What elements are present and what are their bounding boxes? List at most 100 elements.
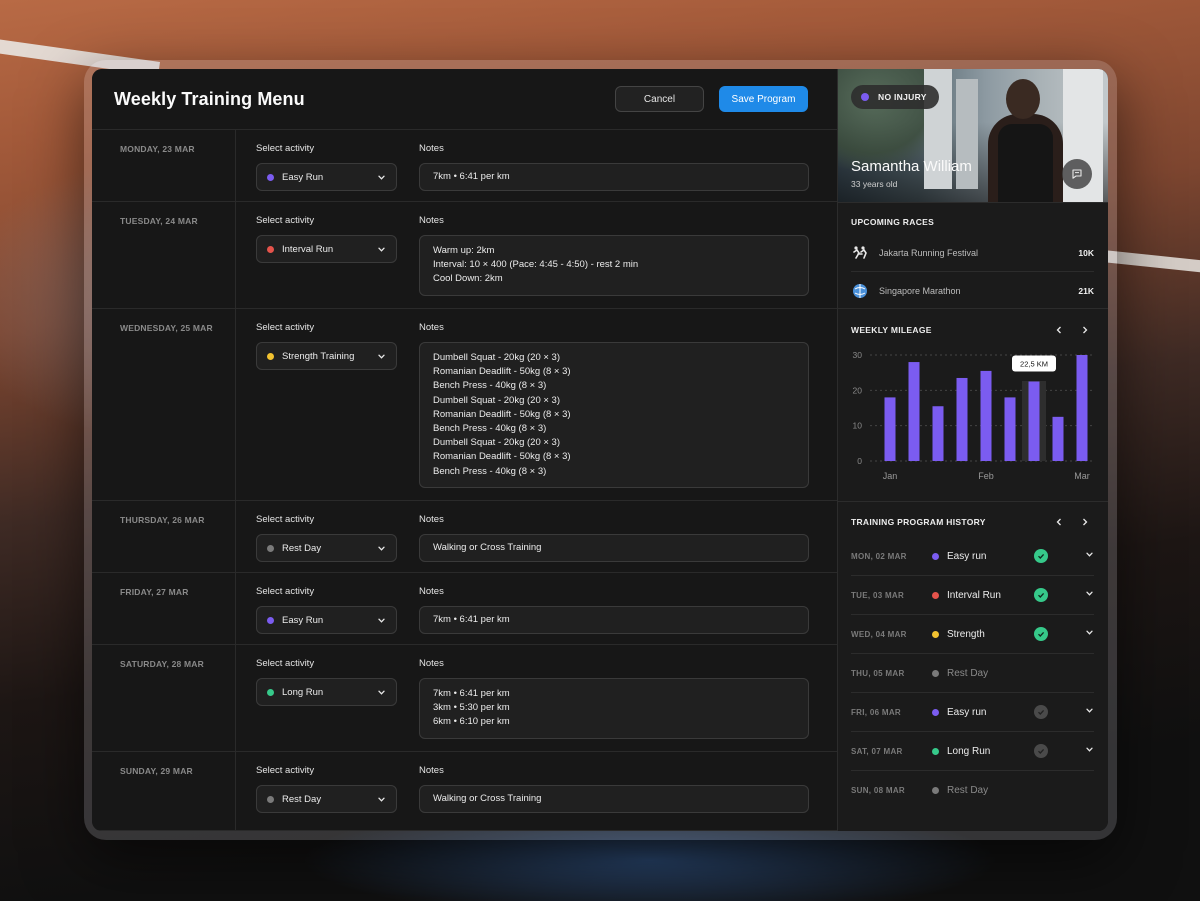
race-item[interactable]: Singapore Marathon 21K	[851, 272, 1094, 309]
history-activity: Interval Run	[932, 590, 1034, 601]
history-activity: Rest Day	[932, 668, 1034, 679]
expand-chevron-icon[interactable]	[1085, 550, 1094, 562]
activity-select[interactable]: Rest Day	[256, 785, 397, 813]
expand-chevron-icon[interactable]	[1085, 589, 1094, 601]
day-date: SUNDAY, 29 MAR	[92, 752, 236, 830]
app-window: Weekly Training Menu Cancel Save Program…	[92, 69, 1108, 831]
history-date: FRI, 06 MAR	[851, 707, 901, 717]
activity-color-dot	[932, 747, 939, 755]
upcoming-races-section: UPCOMING RACES Jakarta Running Festival …	[838, 202, 1108, 308]
race-distance: 10K	[1078, 248, 1094, 258]
note-line: Bench Press - 40kg (8 × 3)	[433, 423, 547, 435]
y-tick-label: 0	[857, 456, 862, 466]
history-row[interactable]: TUE, 03 MAR Interval Run	[851, 576, 1094, 615]
y-tick-label: 30	[853, 350, 863, 360]
activity-color-dot	[932, 552, 939, 560]
activity-select[interactable]: Long Run	[256, 678, 397, 706]
history-row[interactable]: FRI, 06 MAR Easy run	[851, 693, 1094, 732]
completed-check-icon	[1034, 549, 1048, 563]
mileage-bar[interactable]	[1004, 397, 1016, 461]
athlete-profile-card: NO INJURY Samantha William 33 years old	[838, 69, 1108, 202]
activity-color-dot	[267, 245, 274, 253]
upcoming-races-title: UPCOMING RACES	[851, 217, 935, 227]
activity-color-dot	[267, 544, 274, 552]
day-row: SATURDAY, 28 MAR Select activity Long Ru…	[92, 645, 837, 752]
mileage-bar[interactable]	[1028, 381, 1040, 462]
history-pager	[1052, 515, 1094, 529]
notes-field[interactable]: 7km • 6:41 per km 3km • 5:30 per km 6km • …	[419, 678, 809, 739]
athlete-age: 33 years old	[851, 179, 898, 189]
mileage-bar[interactable]	[1076, 355, 1088, 461]
day-list: MONDAY, 23 MAR Select activity Easy Run …	[92, 130, 837, 831]
day-row: THURSDAY, 26 MAR Select activity Rest Da…	[92, 501, 837, 573]
activity-column: Select activity Strength Training	[236, 309, 398, 500]
history-row[interactable]: MON, 02 MAR Easy run	[851, 537, 1094, 576]
x-tick-label: Mar	[1074, 471, 1090, 481]
mileage-tooltip: 22,5 KM	[1012, 355, 1056, 372]
athlete-name: Samantha William	[851, 158, 972, 175]
activity-color-dot	[932, 669, 939, 677]
chevron-left-icon[interactable]	[1052, 515, 1066, 529]
note-line: Bench Press - 40kg (8 × 3)	[433, 465, 547, 477]
history-activity-label: Easy run	[947, 550, 987, 562]
history-expand	[1078, 589, 1094, 601]
mileage-bar[interactable]	[932, 406, 944, 461]
expand-chevron-icon[interactable]	[1085, 628, 1094, 640]
training-history-title: TRAINING PROGRAM HISTORY	[851, 517, 986, 527]
activity-select[interactable]: Easy Run	[256, 606, 397, 634]
select-activity-label: Select activity	[256, 586, 315, 597]
activity-column: Select activity Easy Run	[236, 573, 398, 644]
history-expand	[1078, 745, 1094, 757]
activity-select-value: Easy Run	[282, 614, 324, 626]
notes-column: Notes 7km • 6:41 per km	[398, 573, 837, 644]
activity-select[interactable]: Interval Run	[256, 235, 397, 263]
expand-chevron-icon[interactable]	[1085, 706, 1094, 718]
notes-field[interactable]: Walking or Cross Training	[419, 534, 809, 562]
race-name: Singapore Marathon	[879, 285, 961, 296]
mileage-bar[interactable]	[956, 377, 968, 461]
note-line: Warm up: 2km	[433, 245, 495, 256]
activity-select[interactable]: Rest Day	[256, 534, 397, 562]
notes-field[interactable]: Warm up: 2km Interval: 10 × 400 (Pace: 4:…	[419, 235, 809, 296]
header-actions: Cancel Save Program	[615, 86, 808, 112]
completed-check-icon	[1034, 627, 1048, 641]
mileage-bar[interactable]	[980, 370, 992, 461]
history-activity-label: Long Run	[947, 745, 991, 757]
history-status	[1034, 549, 1078, 563]
activity-column: Select activity Long Run	[236, 645, 398, 751]
race-item[interactable]: Jakarta Running Festival 10K	[851, 235, 1094, 272]
history-activity-label: Interval Run	[947, 589, 1001, 601]
notes-field[interactable]: 7km • 6:41 per km	[419, 606, 809, 634]
activity-select-value: Rest Day	[282, 542, 322, 554]
mileage-bar[interactable]	[884, 397, 896, 461]
chevron-down-icon	[378, 797, 385, 802]
globe-logo-icon	[851, 282, 869, 300]
save-program-button[interactable]: Save Program	[719, 86, 808, 112]
activity-select[interactable]: Easy Run	[256, 163, 397, 191]
cancel-button[interactable]: Cancel	[615, 86, 704, 112]
chevron-right-icon[interactable]	[1078, 323, 1092, 337]
activity-select[interactable]: Strength Training	[256, 342, 397, 370]
chevron-left-icon[interactable]	[1052, 323, 1066, 337]
chevron-right-icon[interactable]	[1078, 515, 1092, 529]
history-date: SUN, 08 MAR	[851, 786, 905, 795]
history-status	[1034, 744, 1078, 758]
day-row: MONDAY, 23 MAR Select activity Easy Run …	[92, 130, 837, 202]
notes-field[interactable]: 7km • 6:41 per km	[419, 163, 809, 191]
history-row[interactable]: WED, 04 MAR Strength	[851, 615, 1094, 654]
expand-chevron-icon[interactable]	[1085, 745, 1094, 757]
notes-field[interactable]: Dumbell Squat - 20kg (20 × 3) Romanian De…	[419, 342, 809, 488]
mileage-bar[interactable]	[1052, 416, 1064, 461]
activity-select-value: Interval Run	[282, 243, 334, 255]
message-button[interactable]	[1062, 159, 1092, 189]
notes-field[interactable]: Walking or Cross Training	[419, 785, 809, 813]
chevron-down-icon	[378, 247, 385, 252]
mileage-bar[interactable]	[908, 362, 920, 461]
x-tick-label: Feb	[978, 471, 994, 481]
activity-color-dot	[267, 173, 274, 181]
note-line: Dumbell Squat - 20kg (20 × 3)	[433, 394, 560, 406]
history-row[interactable]: SAT, 07 MAR Long Run	[851, 732, 1094, 771]
history-expand	[1078, 628, 1094, 640]
notes-column: Notes Dumbell Squat - 20kg (20 × 3) Roman…	[398, 309, 837, 500]
history-expand	[1078, 550, 1094, 562]
